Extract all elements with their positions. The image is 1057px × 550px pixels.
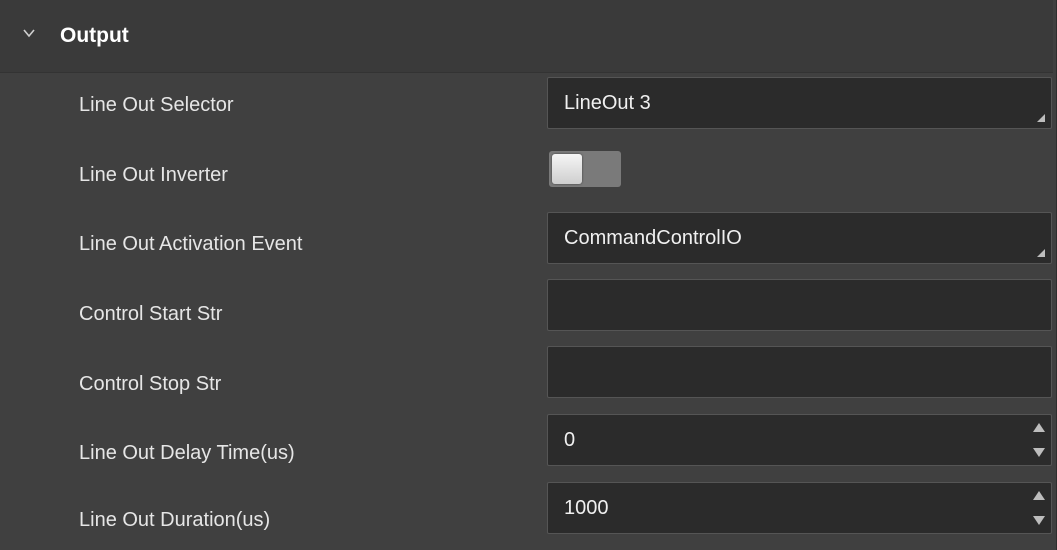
arrow-down-icon[interactable]: [1033, 516, 1045, 525]
section-header-output[interactable]: Output: [0, 0, 1053, 73]
toggle-knob[interactable]: [552, 154, 582, 184]
spinbox-arrows: [1029, 415, 1051, 465]
section-title: Output: [60, 24, 129, 47]
control-start-str-input[interactable]: [547, 279, 1052, 331]
line-out-duration-spinbox[interactable]: 1000: [547, 482, 1052, 534]
row-line-out-inverter: Line Out Inverter: [0, 144, 1053, 204]
line-out-activation-event-dropdown[interactable]: CommandControlIO: [547, 212, 1052, 264]
arrow-down-icon[interactable]: [1033, 448, 1045, 457]
control-start-str-label: Control Start Str: [79, 303, 223, 325]
spinbox-arrows: [1029, 483, 1051, 533]
line-out-selector-label: Line Out Selector: [79, 94, 234, 116]
line-out-delay-time-label: Line Out Delay Time(us): [79, 442, 295, 464]
line-out-delay-time-spinbox[interactable]: 0: [547, 414, 1052, 466]
line-out-inverter-toggle[interactable]: [549, 151, 621, 187]
line-out-activation-event-value: CommandControlIO: [564, 227, 742, 249]
line-out-inverter-label: Line Out Inverter: [79, 164, 228, 186]
line-out-duration-label: Line Out Duration(us): [79, 509, 271, 531]
line-out-activation-event-label: Line Out Activation Event: [79, 233, 303, 255]
dropdown-corner-icon: [1037, 114, 1045, 122]
arrow-up-icon[interactable]: [1033, 423, 1045, 432]
line-out-duration-value: 1000: [564, 497, 609, 519]
dropdown-corner-icon: [1037, 249, 1045, 257]
control-stop-str-input[interactable]: [547, 346, 1052, 398]
properties-panel: Output Line Out Selector LineOut 3 Line …: [0, 0, 1057, 550]
line-out-selector-dropdown[interactable]: LineOut 3: [547, 77, 1052, 129]
chevron-down-icon[interactable]: [22, 26, 36, 40]
line-out-delay-time-value: 0: [564, 429, 576, 451]
line-out-selector-value: LineOut 3: [564, 92, 651, 114]
arrow-up-icon[interactable]: [1033, 491, 1045, 500]
control-stop-str-label: Control Stop Str: [79, 373, 222, 395]
